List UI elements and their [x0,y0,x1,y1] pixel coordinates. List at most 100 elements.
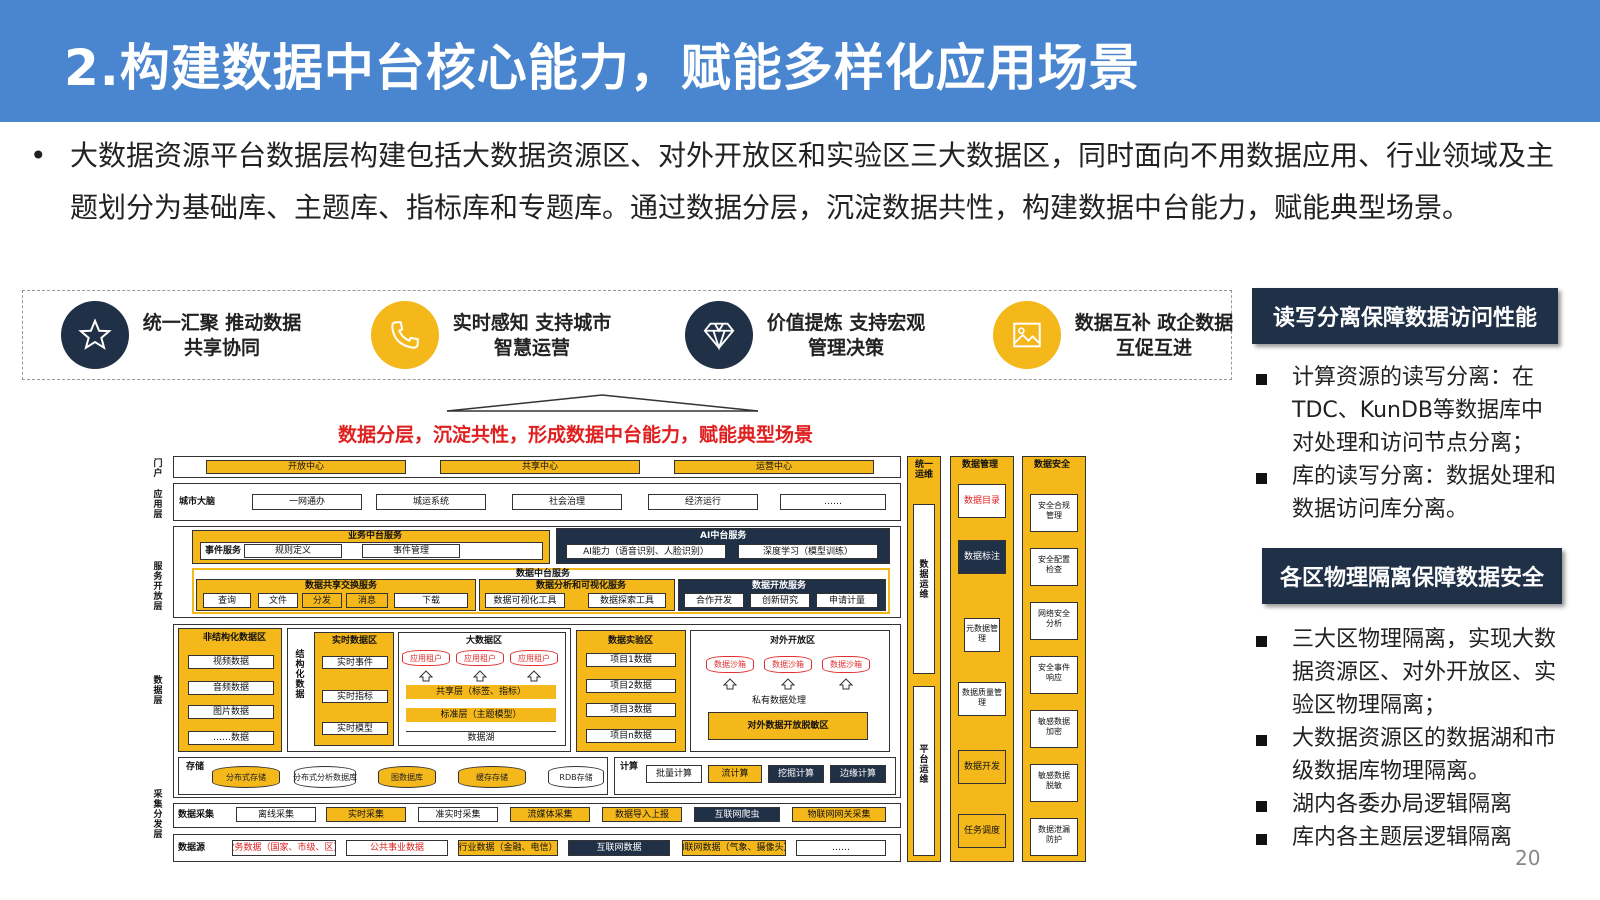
bullet-square [1256,735,1267,746]
source-item: 互联网数据 [568,840,670,856]
ops-title: 统一运维 [914,460,933,480]
collect-item: 准实时采集 [418,807,498,822]
ai-item: AI能力（语音识别、人脸识别） [566,544,726,559]
page-title: 2.构建数据中台核心能力，赋能多样化应用场景 [64,39,1140,97]
bullet: • [30,139,47,172]
open-zone-title: 对外开放区 [770,636,816,646]
diagram-subtitle: 数据分层，沉淀共性，形成数据中台能力，赋能典型场景 [338,424,814,446]
diamond-icon [685,301,753,369]
tenant-cylinder: 应用租户 [510,650,558,666]
app-item: 经济运行 [648,494,758,510]
collect-item: 流媒体采集 [510,807,590,822]
open-item: 申请计量 [816,593,878,608]
app-item: 一网通办 [252,494,362,510]
intro-paragraph: • 大数据资源平台数据层构建包括大数据资源区、对外开放区和实验区三大数据区，同时… [30,130,1570,234]
layer-label-portal: 门户 [153,459,163,479]
layer-label-app: 应用层 [153,490,163,520]
mgmt-item: 数据标注 [958,540,1006,574]
storage-cylinder: 缓存存储 [458,766,526,788]
app-item: 城运系统 [376,494,486,510]
sec-item: 敏感数据脱敏 [1030,764,1078,802]
unstructured-item: 音频数据 [188,681,274,695]
share-layer: 共享层（标签、指标） [406,685,556,699]
mgmt-title: 数据管理 [962,460,999,470]
bullet-square [1256,473,1267,484]
exp-item: 项目1数据 [586,653,676,667]
data-ops-label: 数据运维 [919,560,929,600]
collect-label: 数据采集 [178,810,215,820]
star-icon [61,301,129,369]
exp-item: 项目2数据 [586,679,676,693]
compute-label: 计算 [620,762,639,772]
source-item: 公共事业数据 [346,840,448,856]
title-banner: 2.构建数据中台核心能力，赋能多样化应用场景 [0,0,1600,122]
bullet-square [1256,374,1267,385]
structured-label: 结构化数据 [295,650,305,700]
collect-item: 物联网网关采集 [792,807,886,822]
bullet-square [1256,636,1267,647]
unstructured-item: ……数据 [188,731,274,745]
storage-cylinder: 图数据库 [378,766,436,788]
tenant-cylinder: 应用租户 [456,650,504,666]
storage-cylinder: 分布式分析数据库 [293,766,357,788]
list-item: 库的读写分离：数据处理和数据访问库分离。 [1256,460,1556,526]
up-arrow-icon [419,670,433,682]
up-arrow-icon [723,678,737,690]
ai-title: AI中台服务 [700,531,747,541]
sandbox-cylinder: 数据沙箱 [764,656,812,673]
sec-title: 数据安全 [1034,460,1071,470]
intro-text: 大数据资源平台数据层构建包括大数据资源区、对外开放区和实验区三大数据区，同时面向… [70,139,1555,224]
layer-label-collect: 采集分发层 [153,790,163,840]
storage-cylinder: RDB存储 [548,766,604,788]
up-arrow-icon [839,678,853,690]
analysis-title: 数据分析和可视化服务 [536,581,627,591]
portal-item: 共享中心 [440,460,640,474]
realtime-item: 实时模型 [322,722,388,735]
sandbox-cylinder: 数据沙箱 [706,656,754,673]
bullet-square [1256,801,1267,812]
feature-text: 实时感知 支持城市智慧运营 [452,312,612,359]
pyramid-divider [446,394,759,412]
list-item: 库内各主题层逻辑隔离 [1256,821,1556,854]
tenant-cylinder: 应用租户 [402,650,450,666]
compute-item: 边缘计算 [830,765,886,783]
app-item: …… [780,494,886,510]
unstructured-title: 非结构化数据区 [203,633,267,643]
side-list-rw: 计算资源的读写分离：在TDC、KunDB等数据库中对处理和访问节点分离； 库的读… [1256,361,1556,526]
list-item: 三大区物理隔离，实现大数据资源区、对外开放区、实验区物理隔离； [1256,623,1556,722]
up-arrow-icon [781,678,795,690]
ai-item: 深度学习（模型训练） [738,544,878,559]
sec-item: 安全配置检查 [1030,548,1078,586]
open-item: 合作开发 [684,593,744,608]
mgmt-item: 元数据管理 [964,618,1000,652]
unstructured-item: 视频数据 [188,655,274,669]
realtime-item: 实时指标 [322,690,388,703]
analysis-item: 数据可视化工具 [485,593,565,608]
source-item: 政务数据（国家、市级、区） [232,840,336,856]
exp-title: 数据实验区 [608,636,654,646]
sec-item: 敏感数据加密 [1030,710,1078,748]
list-item: 计算资源的读写分离：在TDC、KunDB等数据库中对处理和访问节点分离； [1256,361,1556,460]
share-item: 消息 [346,593,388,608]
source-item: 行业数据（金融、电信） [458,840,558,856]
sec-item: 网络安全分析 [1030,602,1078,640]
sec-item: 安全合规管理 [1030,494,1078,532]
bullet-square [1256,834,1267,845]
side-heading-rw: 读写分离保障数据访问性能 [1252,288,1558,344]
layer-label-service: 服务开放层 [153,562,163,612]
side-heading-iso: 各区物理隔离保障数据安全 [1262,548,1562,604]
source-label: 数据源 [178,843,206,853]
up-arrow-icon [527,670,541,682]
feature-text: 数据互补 政企数据互促互进 [1074,312,1234,359]
dm-title: 数据中台服务 [516,569,571,579]
sandbox-cylinder: 数据沙箱 [822,656,870,673]
source-item: 物联网数据（气象、摄像头） [682,840,786,856]
open-item: 创新研究 [750,593,810,608]
biz-item: 事件管理 [362,544,460,558]
open-title: 数据开放服务 [752,581,807,591]
exp-item: 项目n数据 [586,729,676,743]
std-layer: 标准层（主题模型） [406,708,556,722]
mgmt-item: 数据开发 [958,750,1006,784]
share-item: 文件 [258,593,298,608]
storage-label: 存储 [186,762,205,772]
